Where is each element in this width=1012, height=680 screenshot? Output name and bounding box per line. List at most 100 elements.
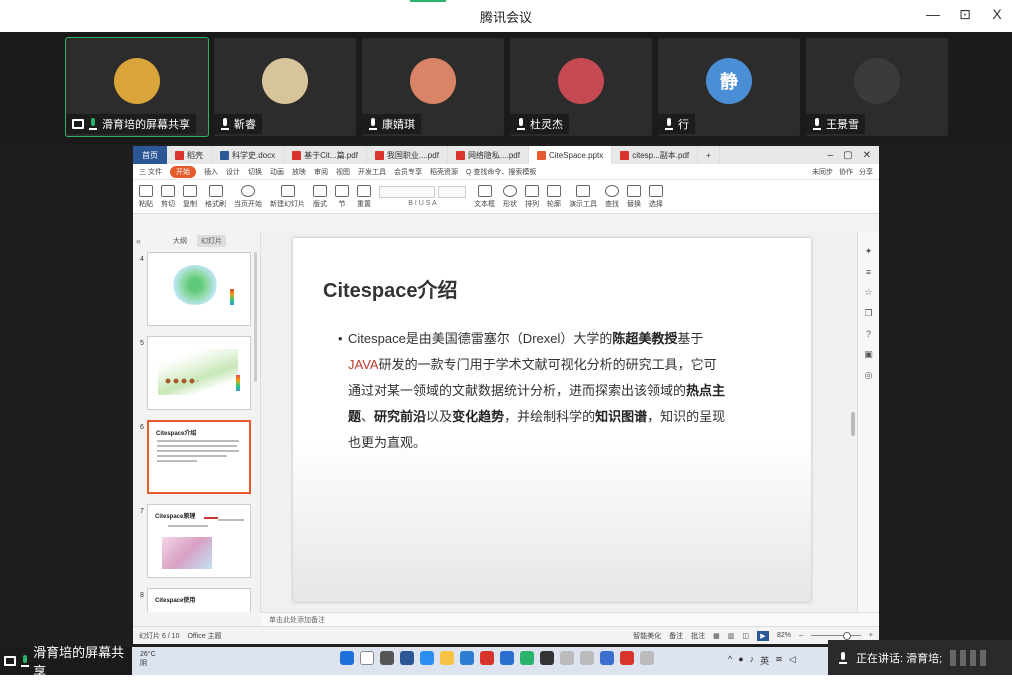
menu-animation[interactable]: 动画 [270,167,284,177]
play-slideshow-button[interactable]: ▶ [756,630,769,641]
search-icon[interactable] [360,651,374,665]
participant-tile[interactable]: 康婧琪 [362,38,504,136]
app-icon[interactable] [500,651,514,665]
doc-tab-current[interactable]: CiteSpace.pptx [528,146,613,164]
slide-thumbnail[interactable] [147,336,251,410]
participant-tile[interactable]: 杜灵杰 [510,38,652,136]
tab-slides[interactable]: 幻灯片 [197,235,226,247]
restore-button[interactable]: ⊡ [956,6,974,23]
current-slide[interactable]: Citespace介绍 • Citespace是由美国德雷塞尔（Drexel）大学… [293,238,811,602]
edge-icon[interactable] [420,651,434,665]
close-button[interactable]: ✕ [863,150,871,161]
slide-thumbnail-selected[interactable]: Citespace介绍 [147,420,251,494]
restore-button[interactable]: ▢ [843,150,852,161]
share-button[interactable]: 分享 [859,167,873,177]
tray-app-icon[interactable]: ● [738,654,743,667]
task-view-icon[interactable] [380,651,394,665]
tab-outline[interactable]: 大纲 [173,236,187,246]
doc-tab[interactable]: 网络隐私....pdf [448,146,529,164]
reading-view-icon[interactable]: ◫ [742,632,749,640]
arrange-button[interactable]: 排列 [525,184,539,209]
new-slide-button[interactable]: 新建幻灯片 [270,184,305,209]
minimize-button[interactable]: – [828,150,834,161]
doc-tab[interactable]: 稻壳 [167,146,212,164]
doc-tab[interactable]: 基于Cit...篇.pdf [284,146,367,164]
minimize-button[interactable]: — [924,6,942,23]
wechat-icon[interactable] [520,651,534,665]
font-style-buttons[interactable]: B I U S A [408,200,436,207]
textbox-button[interactable]: 文本框 [474,184,495,209]
reset-button[interactable]: 重置 [357,184,371,209]
menu-start[interactable]: 开始 [169,165,196,178]
collapse-panel-icon[interactable]: « [136,236,141,246]
volume-icon[interactable]: ◁ [789,654,796,667]
beautify-button[interactable]: 智能美化 [633,631,661,641]
notes-button[interactable]: 备注 [669,631,683,641]
canvas-scrollbar[interactable] [851,412,855,436]
panel-scrollbar[interactable] [254,252,257,382]
format-painter-button[interactable]: 格式刷 [205,184,226,209]
zoom-in-button[interactable]: + [869,632,873,639]
home-tab[interactable]: 首页 [133,146,167,164]
wifi-icon[interactable]: ≋ [775,654,783,667]
menu-insert[interactable]: 插入 [204,167,218,177]
new-tab-button[interactable]: + [698,146,720,164]
slide-thumbnail[interactable]: Citespace原理 [147,504,251,578]
grid-view-icon[interactable]: ▥ [728,632,735,640]
wps-icon[interactable] [620,651,634,665]
participant-tile[interactable]: 静 行 [658,38,800,136]
comments-button[interactable]: 批注 [691,631,705,641]
command-search[interactable]: Q 查找命令、搜索模板 [466,167,536,177]
adjust-icon[interactable]: ≡ [866,267,871,277]
app-icon[interactable] [400,651,414,665]
image-icon[interactable]: ▣ [864,349,873,360]
app-icon[interactable] [580,651,594,665]
menu-slideshow[interactable]: 放映 [292,167,306,177]
tencent-meeting-icon[interactable] [600,651,614,665]
folder-icon[interactable] [440,651,454,665]
copy-icon[interactable]: ❐ [864,308,872,319]
app-icon[interactable] [460,651,474,665]
sync-status[interactable]: 未同步 [812,167,833,177]
menu-devtools[interactable]: 开发工具 [358,167,386,177]
close-button[interactable]: X [988,6,1006,23]
menu-resources[interactable]: 稻壳资源 [430,167,458,177]
cut-button[interactable]: 剪切 [161,184,175,209]
menu-review[interactable]: 审阅 [314,167,328,177]
play-from-current-button[interactable]: 当页开始 [234,184,262,209]
participant-tile[interactable]: 滑育培的屏幕共享 [65,37,209,137]
zoom-out-button[interactable]: – [799,632,803,639]
paste-button[interactable]: 粘贴 [139,184,153,209]
doc-tab[interactable]: citesp...副本.pdf [612,146,699,164]
app-icon[interactable] [480,651,494,665]
presenter-tools-button[interactable]: 演示工具 [569,184,597,209]
slide-thumbnail[interactable]: Citespace使用 [147,588,251,612]
zoom-level[interactable]: 82% [777,632,791,639]
copy-button[interactable]: 复制 [183,184,197,209]
layout-button[interactable]: 版式 [313,184,327,209]
menu-vip[interactable]: 会员专享 [394,167,422,177]
font-size-select[interactable] [438,186,466,198]
doc-tab[interactable]: 我国职业....pdf [367,146,448,164]
doc-tab[interactable]: 科学史.docx [212,146,285,164]
replace-button[interactable]: 替换 [627,184,641,209]
app-icon[interactable] [540,651,554,665]
weather-widget[interactable]: 26°C 阴 [140,650,156,668]
mic-icon[interactable]: ♪ [750,654,755,667]
participant-tile[interactable]: 王景雪 [806,38,948,136]
find-button[interactable]: 查找 [605,184,619,209]
tray-chevron-icon[interactable]: ^ [728,654,732,667]
magic-icon[interactable]: ✦ [865,246,873,257]
app-icon[interactable] [560,651,574,665]
menu-file[interactable]: 三 文件 [139,167,162,177]
font-name-select[interactable] [379,186,435,198]
slide-thumbnail[interactable] [147,252,251,326]
menu-transition[interactable]: 切换 [248,167,262,177]
screen-share-tag[interactable]: 滑育培的屏幕共享 [0,645,132,679]
windows-start-icon[interactable] [340,651,354,665]
shape-button[interactable]: 形状 [503,184,517,209]
notes-area[interactable]: 单击此处添加备注 [261,612,879,626]
outline-button[interactable]: 轮廓 [547,184,561,209]
menu-view[interactable]: 视图 [336,167,350,177]
section-button[interactable]: 节 [335,184,349,209]
